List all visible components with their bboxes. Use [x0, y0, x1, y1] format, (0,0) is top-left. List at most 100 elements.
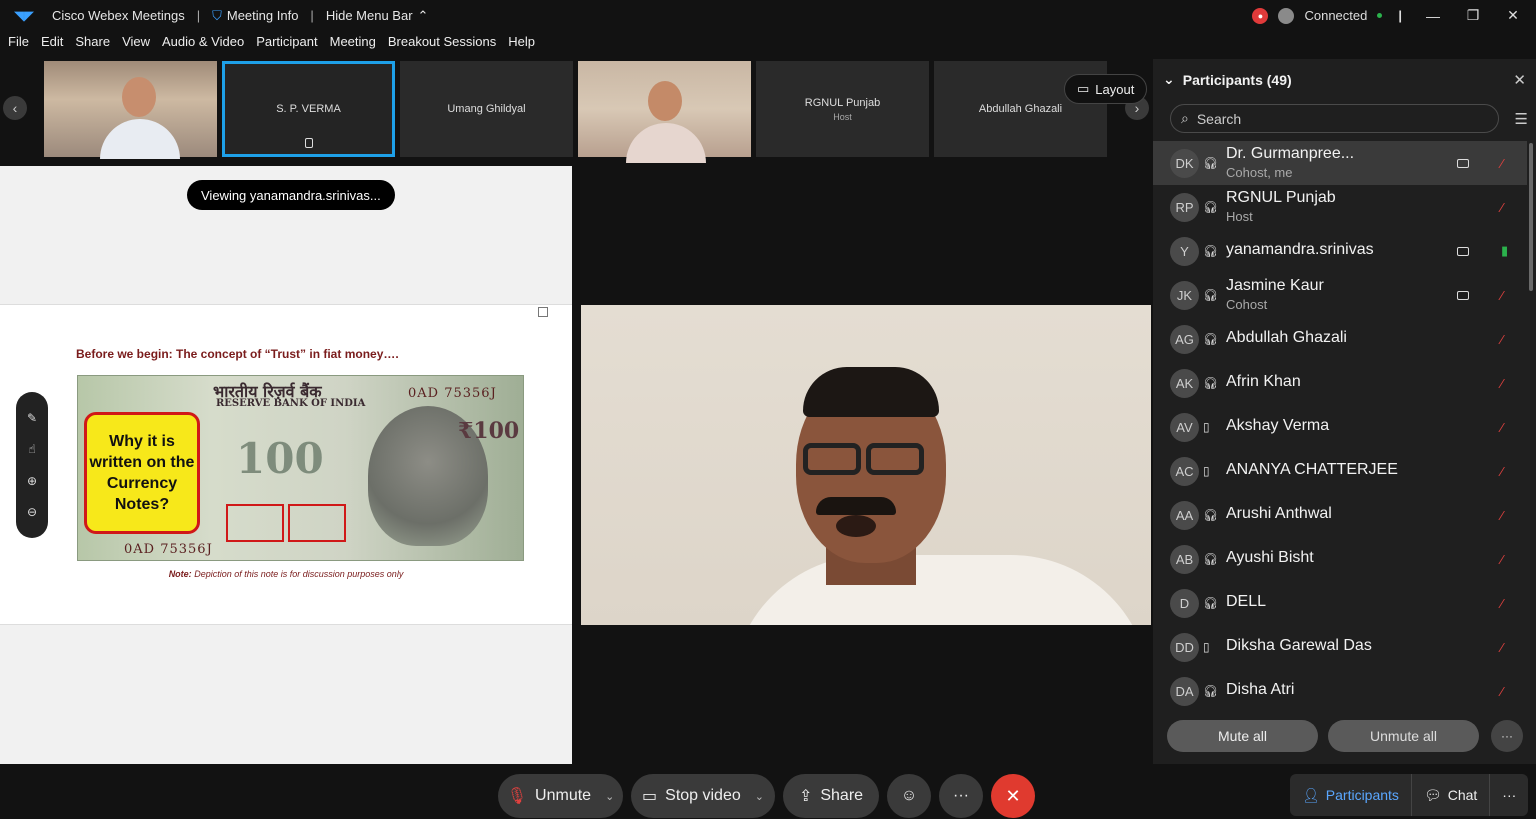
avatar: AG [1170, 324, 1199, 354]
close-icon[interactable]: ✕ [1513, 71, 1526, 89]
menu-participant[interactable]: Participant [250, 34, 323, 56]
participant-row[interactable]: AA 🎧︎ Arushi Anthwal ⁄ [1153, 493, 1527, 537]
panel-header[interactable]: ⌄ Participants (49) [1163, 71, 1292, 88]
pointer-icon[interactable]: ☝ [28, 442, 35, 456]
leave-meeting-button[interactable]: ✕ [991, 774, 1035, 818]
participant-row[interactable]: AG 🎧︎ Abdullah Ghazali ⁄ [1153, 317, 1527, 361]
banknote-image: भारतीय रिज़र्व बैंक RESERVE BANK OF INDI… [77, 375, 524, 561]
participant-row[interactable]: D 🎧︎ DELL ⁄ [1153, 581, 1527, 625]
video-tile-sp-verma[interactable]: S. P. VERMA [222, 61, 395, 157]
video-tile-umang-ghildyal[interactable]: Umang Ghildyal [400, 61, 573, 157]
filmstrip: ‹ S. P. VERMA Umang Ghildyal RGNUL Punja… [0, 59, 1152, 163]
tab-participants[interactable]: 👤︎ Participants [1290, 774, 1412, 816]
mic-muted-icon[interactable]: ⁄ [1501, 684, 1503, 699]
glasses-right [866, 443, 924, 475]
phone-icon: ▯ [1203, 640, 1210, 654]
mic-muted-icon[interactable]: ⁄ [1501, 156, 1503, 171]
chat-icon: 💬︎ [1423, 786, 1442, 803]
layout-button[interactable]: ▭ Layout [1064, 74, 1148, 104]
reactions-button[interactable]: ☺ [887, 774, 931, 818]
search-icon: ⌕ [1181, 110, 1189, 126]
avatar: AK [1170, 368, 1199, 398]
shield-icon: ⛉ [212, 7, 222, 23]
restore-icon[interactable]: ❐ [1458, 7, 1488, 24]
participant-name: Afrin Khan [1226, 373, 1301, 390]
filmstrip-prev-icon[interactable]: ‹ [3, 96, 27, 120]
video-icon [1457, 290, 1469, 300]
participant-row[interactable]: AK 🎧︎ Afrin Khan ⁄ [1153, 361, 1527, 405]
menu-help[interactable]: Help [502, 34, 541, 56]
mute-all-button[interactable]: Mute all [1167, 720, 1318, 752]
mic-muted-icon[interactable]: ⁄ [1501, 200, 1503, 215]
menu-file[interactable]: File [2, 34, 35, 56]
active-speaker-video[interactable] [581, 305, 1151, 625]
menu-audio-video[interactable]: Audio & Video [156, 34, 250, 56]
webex-logo-icon: ◥◤ [14, 7, 34, 23]
mic-muted-icon[interactable]: ⁄ [1501, 464, 1503, 479]
recording-icon[interactable]: ● [1252, 7, 1269, 24]
menu-meeting[interactable]: Meeting [324, 34, 382, 56]
banknote-serial-bottom: 0AD 75356J [124, 542, 213, 557]
headset-icon: 🎧︎ [1203, 288, 1219, 302]
minimize-icon[interactable]: — [1418, 8, 1448, 24]
headset-icon: 🎧︎ [1203, 156, 1219, 170]
tab-chat[interactable]: 💬︎ Chat [1412, 774, 1491, 816]
presentation-slide: Before we begin: The concept of “Trust” … [0, 304, 572, 625]
mic-muted-icon[interactable]: ⁄ [1501, 640, 1503, 655]
zoom-in-icon[interactable]: ⊕ [27, 474, 37, 488]
participant-row[interactable]: Y 🎧︎ yanamandra.srinivas ▮ [1153, 229, 1527, 273]
close-window-icon[interactable]: ✕ [1498, 7, 1528, 24]
menu-edit[interactable]: Edit [35, 34, 69, 56]
headset-icon: 🎧︎ [1203, 552, 1219, 566]
headset-icon: 🎧︎ [1203, 244, 1219, 258]
participant-row[interactable]: JK 🎧︎ Jasmine Kaur Cohost ⁄ [1153, 273, 1527, 317]
participant-row[interactable]: RP 🎧︎ RGNUL Punjab Host ⁄ [1153, 185, 1527, 229]
video-tile-1[interactable] [44, 61, 217, 159]
video-tile-rgnul-punjab[interactable]: RGNUL Punjab Host [756, 61, 929, 157]
speaker-hair [803, 367, 939, 417]
sort-icon[interactable]: ☰ [1515, 110, 1528, 128]
headset-icon: 🎧︎ [1203, 332, 1219, 346]
menu-breakout-sessions[interactable]: Breakout Sessions [382, 34, 502, 56]
more-button[interactable]: ··· [939, 774, 983, 818]
mic-muted-icon[interactable]: ⁄ [1501, 332, 1503, 347]
avatar: AA [1170, 500, 1199, 530]
meeting-info-button[interactable]: ⛉ Meeting Info [206, 8, 304, 24]
participant-row[interactable]: DK 🎧︎ Dr. Gurmanpree... Cohost, me ⁄ [1153, 141, 1527, 185]
participant-row[interactable]: AV ▯ Akshay Verma ⁄ [1153, 405, 1527, 449]
mic-muted-icon[interactable]: ⁄ [1501, 508, 1503, 523]
unmute-all-button[interactable]: Unmute all [1328, 720, 1479, 752]
phone-icon [304, 138, 313, 148]
mic-on-icon[interactable]: ▮ [1501, 243, 1508, 259]
hide-menu-bar-button[interactable]: Hide Menu Bar ⌃ [320, 8, 435, 24]
menu-share[interactable]: Share [69, 34, 116, 56]
more-panels-icon[interactable]: ··· [1490, 787, 1528, 803]
more-options-icon[interactable]: ··· [1491, 720, 1523, 752]
search-input[interactable]: ⌕ Search [1170, 104, 1499, 133]
avatar: DA [1170, 676, 1199, 706]
annotate-icon[interactable]: ✎ [27, 411, 37, 425]
menu-view[interactable]: View [116, 34, 156, 56]
people-icon: 👤︎ [1302, 786, 1320, 803]
zoom-out-icon[interactable]: ⊖ [27, 505, 37, 519]
participant-row[interactable]: AC ▯ ANANYA CHATTERJEE ⁄ [1153, 449, 1527, 493]
share-button[interactable]: ⇪ Share [783, 774, 879, 818]
video-tile-4[interactable] [578, 61, 751, 163]
chevron-down-icon[interactable]: ⌄ [605, 790, 614, 803]
participant-row[interactable]: DD ▯ Diksha Garewal Das ⁄ [1153, 625, 1527, 669]
participant-name: ANANYA CHATTERJEE [1226, 461, 1398, 478]
stop-video-button[interactable]: ▭ Stop video ⌄ [631, 774, 775, 818]
expand-icon[interactable] [538, 307, 548, 317]
unmute-button[interactable]: 🎙︎ Unmute ⌄ [498, 774, 623, 818]
participant-row[interactable]: DA 🎧︎ Disha Atri ⁄ [1153, 669, 1527, 713]
mic-muted-icon[interactable]: ⁄ [1501, 596, 1503, 611]
mic-muted-icon[interactable]: ⁄ [1501, 288, 1503, 303]
chevron-down-icon[interactable]: ⌄ [755, 790, 764, 803]
participant-row[interactable]: AB 🎧︎ Ayushi Bisht ⁄ [1153, 537, 1527, 581]
participant-name: DELL [1226, 593, 1267, 610]
scrollbar[interactable] [1529, 143, 1533, 291]
mic-muted-icon[interactable]: ⁄ [1501, 420, 1503, 435]
connection-dot-icon [1377, 13, 1383, 18]
mic-muted-icon[interactable]: ⁄ [1501, 552, 1503, 567]
mic-muted-icon[interactable]: ⁄ [1501, 376, 1503, 391]
